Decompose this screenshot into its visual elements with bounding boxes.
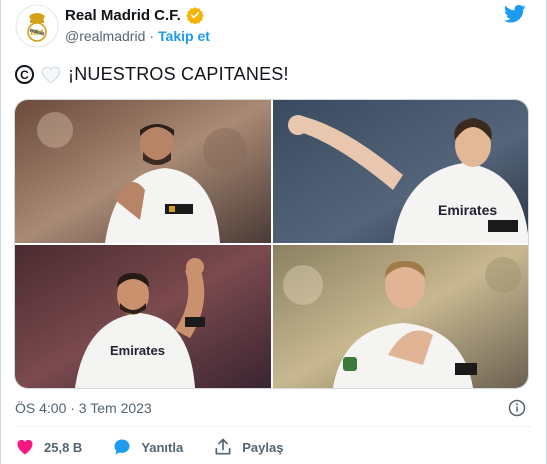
author-name-row: Real Madrid C.F. <box>65 6 204 24</box>
share-button[interactable]: Paylaş <box>213 437 283 457</box>
share-upload-icon <box>215 438 231 455</box>
jersey-sponsor-text: Emirates <box>110 343 165 358</box>
player-photo-image <box>273 245 528 388</box>
reply-button[interactable]: Yanıtla <box>112 437 183 457</box>
like-button[interactable]: 25,8 B <box>15 437 82 457</box>
photo-grid: Emirates Emirates <box>14 99 529 389</box>
tweet-timestamp[interactable]: ÖS 4:00 · 3 Tem 2023 <box>15 400 152 416</box>
separator-dot: · <box>149 28 155 44</box>
author-name[interactable]: Real Madrid C.F. <box>65 7 181 24</box>
player-photo-image: Emirates <box>273 100 528 243</box>
real-madrid-crest-avatar[interactable]: RM <box>15 4 59 48</box>
tweet-body-text: ¡NUESTROS CAPITANES! <box>68 64 289 84</box>
divider <box>15 426 532 427</box>
tweet-card: RM Real Madrid C.F. @realmadrid · Takip … <box>0 0 547 464</box>
like-count: 25,8 B <box>44 439 83 455</box>
player-photo-image: Emirates <box>15 245 271 388</box>
photo-1[interactable] <box>15 100 271 243</box>
info-icon[interactable] <box>508 399 526 417</box>
heart-icon <box>17 439 33 455</box>
verified-badge-icon <box>186 7 204 24</box>
photo-2[interactable]: Emirates <box>273 100 528 243</box>
player-photo-image <box>15 100 271 243</box>
author-handle[interactable]: @realmadrid <box>65 28 145 44</box>
reply-bubble-icon <box>114 439 130 455</box>
share-label: Paylaş <box>242 439 284 455</box>
handle-row: @realmadrid · Takip et <box>65 28 210 44</box>
white-heart-icon <box>41 66 61 84</box>
svg-text:RM: RM <box>30 28 44 37</box>
action-bar: 25,8 B Yanıtla Paylaş <box>15 437 313 457</box>
photo-3[interactable]: Emirates <box>15 245 271 388</box>
copyright-symbol: C <box>15 65 34 84</box>
reply-label: Yanıtla <box>141 439 184 455</box>
photo-4[interactable] <box>273 245 528 388</box>
tweet-text: C ¡NUESTROS CAPITANES! <box>15 64 289 85</box>
follow-button[interactable]: Takip et <box>158 28 210 44</box>
twitter-bird-icon[interactable] <box>504 4 526 24</box>
jersey-sponsor-text: Emirates <box>438 202 497 218</box>
